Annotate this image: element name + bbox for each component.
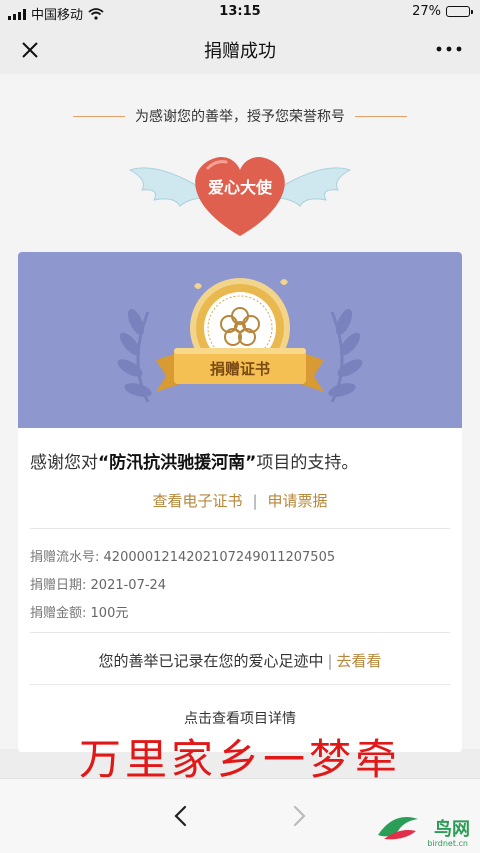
forward-arrow-icon[interactable]	[286, 803, 312, 829]
page-content: 为感谢您的善举，授予您荣誉称号 爱心大使 捐赠证书 感谢您对“防汛抗洪驰援河南”…	[0, 74, 480, 752]
watermark-domain: birdnet.cn	[427, 839, 468, 848]
back-arrow-icon[interactable]	[168, 803, 194, 829]
project-name: “防汛抗洪驰援河南”	[98, 453, 257, 473]
battery-icon	[446, 6, 473, 17]
nav-bar: 捐赠成功	[0, 24, 480, 74]
divider	[30, 632, 450, 633]
project-detail-link[interactable]: 点击查看项目详情	[18, 708, 462, 728]
footprint-separator: |	[327, 652, 333, 670]
certificate-banner: 捐赠证书	[18, 252, 462, 428]
footprint-row: 您的善举已记录在您的爱心足迹中 | 去看看	[18, 650, 462, 671]
thanks-prefix: 感谢您对	[30, 453, 98, 473]
thanks-message: 感谢您对“防汛抗洪驰援河南”项目的支持。	[30, 448, 358, 473]
caption-rule-left	[73, 115, 125, 117]
divider	[30, 528, 450, 529]
date-value: 2021-07-24	[90, 578, 167, 593]
honor-title: 爱心大使	[207, 178, 272, 197]
battery-percent: 27%	[412, 4, 441, 19]
footprint-text: 您的善举已记录在您的爱心足迹中	[98, 652, 324, 670]
certificate-card: 捐赠证书 感谢您对“防汛抗洪驰援河南”项目的支持。 查看电子证书 | 申请票据 …	[18, 252, 462, 752]
certificate-ribbon-label: 捐赠证书	[209, 360, 270, 378]
view-e-certificate-link[interactable]: 查看电子证书	[152, 490, 242, 511]
clock: 13:15	[219, 4, 261, 19]
serial-row: 捐赠流水号: 4200001214202107249011207505	[30, 546, 335, 565]
serial-label: 捐赠流水号:	[30, 550, 100, 565]
watermark-name: 鸟网	[434, 819, 470, 840]
links-separator: |	[252, 491, 258, 510]
certificate-links: 查看电子证书 | 申请票据	[18, 490, 462, 511]
divider	[30, 684, 450, 685]
page-title: 捐赠成功	[204, 41, 276, 62]
caption-rule-right	[355, 115, 407, 117]
more-icon[interactable]	[432, 36, 466, 62]
honor-caption: 为感谢您的善举，授予您荣誉称号	[0, 106, 480, 126]
date-label: 捐赠日期:	[30, 578, 87, 593]
go-see-link[interactable]: 去看看	[337, 652, 382, 670]
status-bar: 中国移动 13:15 27%	[0, 0, 480, 24]
serial-value: 4200001214202107249011207505	[103, 550, 336, 565]
thanks-suffix: 项目的支持。	[256, 453, 359, 473]
amount-value: 100元	[90, 606, 129, 621]
honor-caption-text: 为感谢您的善举，授予您荣誉称号	[135, 109, 345, 125]
amount-row: 捐赠金额: 100元	[30, 602, 128, 621]
bottom-toolbar: 鸟网 birdnet.cn	[0, 778, 480, 853]
amount-label: 捐赠金额:	[30, 606, 87, 621]
status-right: 27%	[412, 4, 473, 19]
certificate-seal-icon	[117, 278, 363, 403]
apply-receipt-link[interactable]: 申请票据	[268, 490, 328, 511]
date-row: 捐赠日期: 2021-07-24	[30, 574, 166, 593]
